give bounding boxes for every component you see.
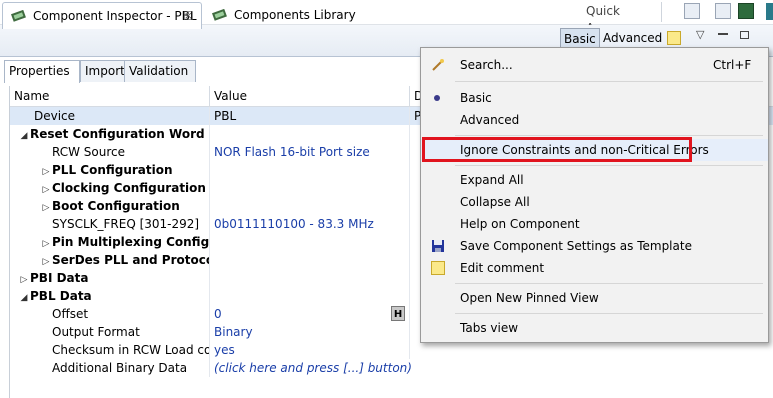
- property-value[interactable]: (click here and press [...] button): [210, 359, 570, 377]
- property-value[interactable]: [210, 161, 410, 179]
- view-menu-chevron-icon[interactable]: ▽: [696, 28, 704, 41]
- property-name: Output Format: [10, 323, 210, 341]
- menu-separator: [455, 81, 763, 82]
- menu-item-save-template[interactable]: Save Component Settings as Template: [421, 235, 768, 257]
- quick-access-field[interactable]: Quick Access: [586, 3, 660, 35]
- menu-item-open-pinned-view[interactable]: Open New Pinned View: [421, 287, 768, 309]
- property-value[interactable]: [210, 251, 410, 269]
- expand-triangle-icon[interactable]: ▷: [18, 271, 30, 287]
- property-value[interactable]: Binary: [210, 323, 410, 341]
- advanced-mode-button[interactable]: Advanced: [600, 28, 665, 48]
- tab-validation[interactable]: Validation: [124, 60, 196, 82]
- expand-triangle-icon[interactable]: ▷: [40, 253, 52, 269]
- property-name: PBL Data: [30, 289, 92, 303]
- property-value[interactable]: 0: [210, 305, 410, 323]
- tab-label: Components Library: [234, 8, 356, 22]
- close-tab-icon[interactable]: ☒: [183, 3, 194, 30]
- expand-triangle-icon[interactable]: ▷: [40, 235, 52, 251]
- tab-label: Component Inspector - PBL: [33, 9, 197, 23]
- hex-format-badge[interactable]: H: [391, 306, 405, 321]
- search-wand-icon: [432, 59, 444, 71]
- property-value[interactable]: [210, 269, 410, 287]
- property-name: Checksum in RCW Load comi: [10, 341, 210, 359]
- menu-item-advanced[interactable]: Advanced: [421, 109, 768, 131]
- property-value[interactable]: PBL: [210, 107, 410, 125]
- property-name: Offset: [10, 305, 210, 323]
- tab-component-inspector[interactable]: Component Inspector - PBL ☒: [2, 2, 202, 29]
- menu-item-expand-all[interactable]: Expand All: [421, 169, 768, 191]
- property-name: Pin Multiplexing Configurati: [52, 235, 210, 249]
- collapse-triangle-icon[interactable]: ◢: [18, 127, 30, 143]
- radio-selected-icon: [434, 95, 440, 101]
- property-value[interactable]: [210, 287, 410, 305]
- property-name: SerDes PLL and Protocol Cor: [52, 253, 209, 267]
- property-name: Device: [10, 107, 210, 125]
- table-row[interactable]: Checksum in RCW Load comi yes: [10, 341, 773, 359]
- menu-item-edit-comment[interactable]: Edit comment: [421, 257, 768, 279]
- perspective-switch-icon[interactable]: [715, 3, 731, 19]
- property-value[interactable]: NOR Flash 16-bit Port size: [210, 143, 410, 161]
- menu-shortcut: Ctrl+F: [713, 58, 752, 72]
- expand-triangle-icon[interactable]: ▷: [40, 199, 52, 215]
- note-icon: [431, 261, 445, 275]
- property-value[interactable]: [210, 179, 410, 197]
- property-name: SYSCLK_FREQ [301-292]: [10, 215, 210, 233]
- menu-item-collapse-all[interactable]: Collapse All: [421, 191, 768, 213]
- component-icon: [11, 10, 26, 22]
- save-disk-icon: [432, 240, 444, 252]
- property-name: PLL Configuration: [52, 163, 173, 177]
- property-value[interactable]: [210, 197, 410, 215]
- highlight-annotation-box: [422, 137, 692, 162]
- property-value[interactable]: [210, 233, 410, 251]
- view-context-menu: Search... Ctrl+F Basic Advanced Ignore C…: [420, 47, 769, 343]
- property-value[interactable]: yes: [210, 341, 410, 359]
- edit-comment-icon[interactable]: [667, 31, 681, 45]
- property-value[interactable]: [210, 125, 410, 143]
- menu-item-basic[interactable]: Basic: [421, 87, 768, 109]
- property-name: Boot Configuration: [52, 199, 180, 213]
- perspective-icon-partial[interactable]: [766, 3, 773, 20]
- property-name: RCW Source: [10, 143, 210, 161]
- property-value[interactable]: 0b0111110100 - 83.3 MHz: [210, 215, 410, 233]
- processor-expert-perspective-icon[interactable]: [738, 3, 754, 19]
- maximize-icon[interactable]: [740, 31, 749, 39]
- column-header-name[interactable]: Name: [10, 86, 210, 106]
- property-name: PBI Data: [30, 271, 89, 285]
- column-header-value[interactable]: Value: [210, 86, 410, 106]
- expand-triangle-icon[interactable]: ▷: [40, 163, 52, 179]
- menu-item-help-on-component[interactable]: Help on Component: [421, 213, 768, 235]
- menu-separator: [455, 283, 763, 284]
- tab-components-library[interactable]: Components Library: [204, 2, 394, 29]
- menu-item-tabs-view[interactable]: Tabs view: [421, 317, 768, 339]
- menu-item-search[interactable]: Search... Ctrl+F: [421, 54, 768, 76]
- property-name: Reset Configuration Word (RCW: [30, 127, 209, 141]
- menu-separator: [455, 313, 763, 314]
- table-row[interactable]: Additional Binary Data (click here and p…: [10, 359, 773, 377]
- menu-separator: [455, 135, 763, 136]
- property-name: Clocking Configuration: [52, 181, 206, 195]
- collapse-triangle-icon[interactable]: ◢: [18, 289, 30, 305]
- toolbar-divider: [661, 2, 662, 22]
- minimize-icon[interactable]: [718, 33, 728, 35]
- tab-properties[interactable]: Properties: [4, 60, 80, 83]
- expand-triangle-icon[interactable]: ▷: [40, 181, 52, 197]
- menu-separator: [455, 165, 763, 166]
- component-icon: [212, 9, 227, 21]
- open-perspective-icon[interactable]: [684, 3, 700, 19]
- property-name: Additional Binary Data: [10, 359, 210, 377]
